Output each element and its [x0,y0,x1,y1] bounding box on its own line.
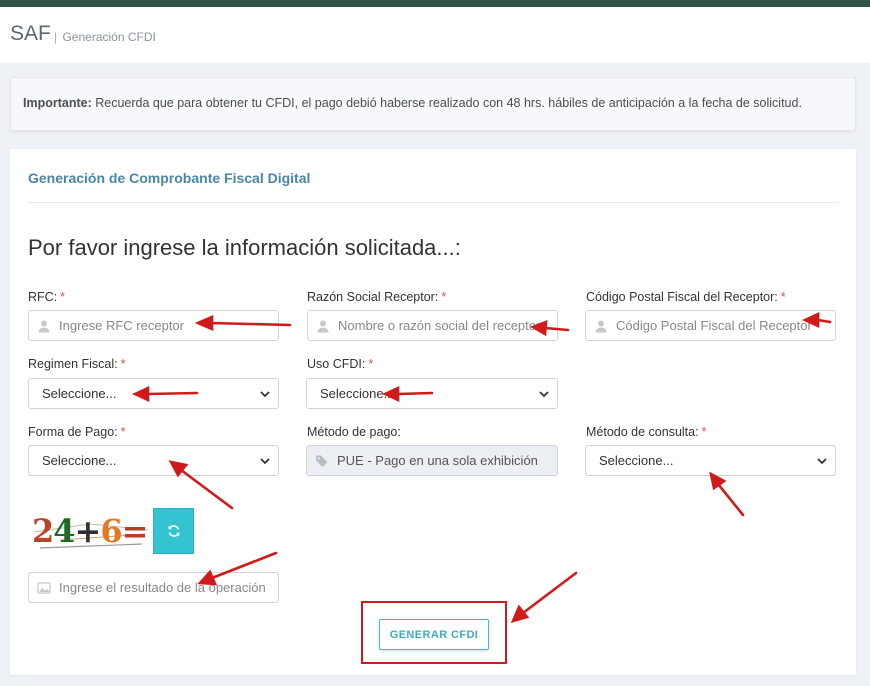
forma-label-text: Forma de Pago: [28,425,118,439]
captcha-image: 24+6= [32,512,148,550]
captcha-digit-1: 2 [32,512,53,550]
submit-highlight-box: GENERAR CFDI [361,601,507,664]
rfc-label-text: RFC: [28,290,58,304]
captcha-equals: = [122,512,148,550]
page-subtitle: | Generación CFDI [54,30,156,44]
captcha-text: 24+6= [32,512,147,550]
uso-label-text: Uso CFDI: [307,357,366,371]
razon-placeholder: Nombre o razón social del receptor [338,318,541,333]
required-marker: * [120,425,126,439]
chevron-down-icon [260,391,270,398]
user-icon [38,320,50,332]
regimen-label-text: Regimen Fiscal: [28,357,118,371]
chevron-down-icon [539,391,549,398]
razon-social-input[interactable]: Nombre o razón social del receptor [307,310,558,341]
consulta-value: Seleccione... [599,453,674,468]
forma-value: Seleccione... [42,453,117,468]
user-icon [317,320,329,332]
required-marker: * [120,357,126,371]
chevron-down-icon [260,458,270,465]
captcha-plus: + [75,512,101,550]
rfc-label: RFC: * [28,290,65,304]
metodo-consulta-select[interactable]: Seleccione... [585,445,836,476]
title-divider [28,202,838,203]
metodo-consulta-label: Método de consulta: * [586,425,706,439]
app-header: SAF | Generación CFDI [0,7,870,63]
user-icon [595,320,607,332]
metodo-pago-label: Método de pago: [307,425,401,439]
forma-pago-label: Forma de Pago: * [28,425,126,439]
uso-cfdi-label: Uso CFDI: * [307,357,373,371]
uso-value: Seleccione... [320,386,395,401]
razon-social-label: Razón Social Receptor: * [307,290,446,304]
codigo-postal-label: Código Postal Fiscal del Receptor: * [586,290,786,304]
brand-logo[interactable]: SAF [10,22,51,46]
captcha-input[interactable]: Ingrese el resultado de la operación [28,572,279,603]
required-marker: * [60,290,66,304]
cp-label-text: Código Postal Fiscal del Receptor: [586,290,778,304]
subtitle-text: Generación CFDI [62,30,156,44]
consulta-label-text: Método de consulta: [586,425,699,439]
generar-cfdi-button[interactable]: GENERAR CFDI [379,619,489,650]
metodo-pago-field: PUE - Pago en una sola exhibición [306,445,558,476]
captcha-digit-3: 6 [100,512,121,550]
chevron-down-icon [817,458,827,465]
rfc-placeholder: Ingrese RFC receptor [59,318,184,333]
required-marker: * [780,290,786,304]
form-heading: Por favor ingrese la información solicit… [28,235,461,260]
razon-label-text: Razón Social Receptor: [307,290,439,304]
captcha-placeholder: Ingrese el resultado de la operación [59,580,266,595]
refresh-icon [168,525,179,537]
forma-pago-select[interactable]: Seleccione... [28,445,279,476]
uso-cfdi-select[interactable]: Seleccione... [306,378,558,409]
cp-placeholder: Código Postal Fiscal del Receptor [616,318,812,333]
notice-label: Importante: [23,96,92,110]
required-marker: * [701,425,707,439]
captcha-digit-2: 4 [53,512,74,550]
important-notice: Importante: Recuerda que para obtener tu… [10,77,856,131]
metodo-pago-value: PUE - Pago en una sola exhibición [337,453,538,468]
brand-separator: | [54,30,58,44]
required-marker: * [368,357,374,371]
regimen-fiscal-select[interactable]: Seleccione... [28,378,279,409]
notice-message: Recuerda que para obtener tu CFDI, el pa… [91,96,802,110]
tag-icon [316,455,328,467]
rfc-input[interactable]: Ingrese RFC receptor [28,310,279,341]
image-icon [37,581,51,594]
captcha-refresh-button[interactable] [153,508,194,554]
regimen-value: Seleccione... [42,386,117,401]
codigo-postal-input[interactable]: Código Postal Fiscal del Receptor [585,310,836,341]
form-card: Generación de Comprobante Fiscal Digital… [10,149,856,675]
regimen-fiscal-label: Regimen Fiscal: * [28,357,126,371]
card-title: Generación de Comprobante Fiscal Digital [28,170,311,186]
top-accent-bar [0,0,870,7]
required-marker: * [441,290,447,304]
